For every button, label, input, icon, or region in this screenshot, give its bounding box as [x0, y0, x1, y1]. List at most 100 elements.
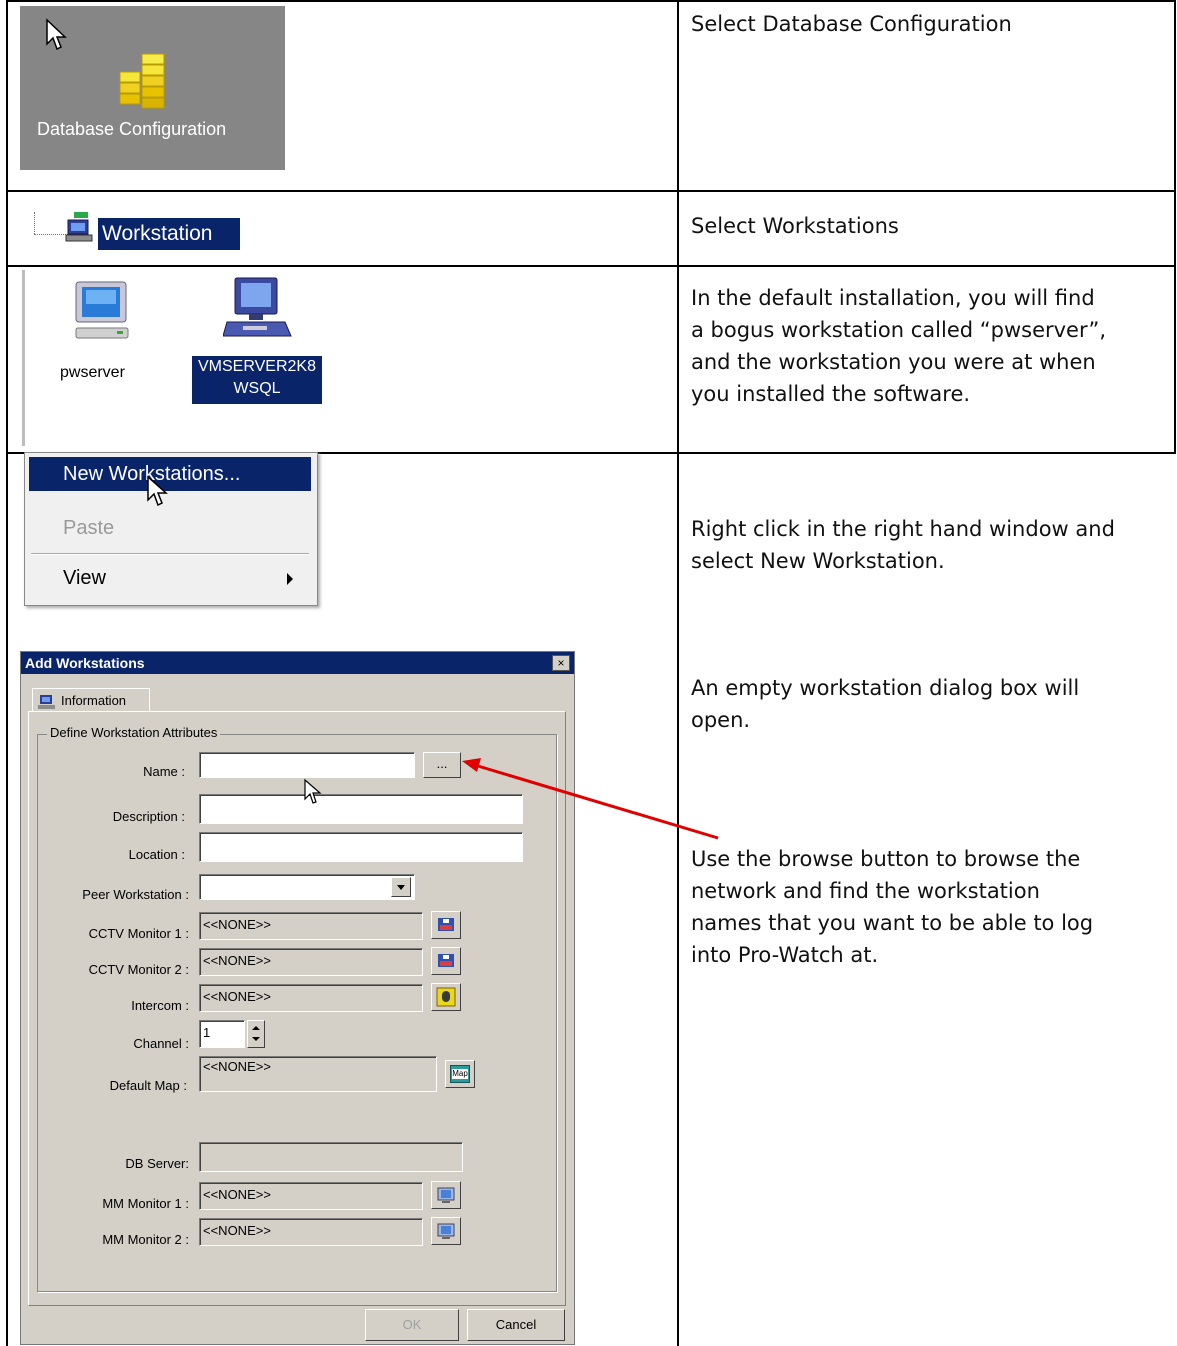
- instruction-default-installation: In the default installation, you will fi…: [691, 282, 1106, 410]
- menu-item-view[interactable]: View: [29, 561, 311, 595]
- label-line: WSQL: [233, 380, 281, 397]
- row-divider-1: [6, 190, 1176, 192]
- group-title: Define Workstation Attributes: [47, 725, 221, 740]
- monitor-icon: [437, 1223, 455, 1239]
- note-browse-button: Use the browse button to browse the netw…: [691, 843, 1093, 971]
- location-field[interactable]: [199, 832, 523, 862]
- add-workstations-dialog: Add Workstations × Information Define Wo…: [20, 651, 575, 1345]
- workstation-item-pwserver[interactable]: pwserver: [50, 280, 150, 400]
- mm-monitor-2-label: MM Monitor 2 :: [102, 1232, 189, 1247]
- text-line: names that you want to be able to log: [691, 911, 1094, 935]
- mouse-cursor-icon: [147, 475, 168, 507]
- chevron-down-icon: [397, 885, 405, 890]
- text-line: network and find the workstation: [691, 879, 1040, 903]
- browse-button[interactable]: ...: [423, 752, 461, 778]
- table-border-right: [1174, 0, 1176, 454]
- channel-label: Channel :: [133, 1036, 189, 1051]
- cancel-button[interactable]: Cancel: [467, 1309, 565, 1341]
- description-label: Description :: [112, 809, 185, 824]
- default-map-button[interactable]: Map: [445, 1060, 475, 1088]
- intercom-button[interactable]: [431, 983, 461, 1011]
- cctv-monitor-1-field[interactable]: <<NONE>>: [199, 912, 423, 940]
- location-label: Location :: [128, 847, 185, 862]
- channel-field[interactable]: 1: [199, 1020, 245, 1048]
- ok-button[interactable]: OK: [365, 1309, 459, 1341]
- monitor-icon: [437, 1187, 455, 1203]
- peer-workstation-select[interactable]: [199, 874, 415, 900]
- cctv-monitor-2-field[interactable]: <<NONE>>: [199, 948, 423, 976]
- text-line: An empty workstation dialog box will: [691, 676, 1080, 700]
- workstation-icon: [38, 695, 55, 709]
- camera-monitor-icon: [438, 954, 454, 967]
- cctv-monitor-1-label: CCTV Monitor 1 :: [88, 926, 189, 941]
- menu-separator: [31, 553, 309, 555]
- text-line: a bogus workstation called “pwserver”,: [691, 318, 1107, 342]
- table-column-divider: [677, 0, 679, 1346]
- text-line: you installed the software.: [691, 382, 971, 406]
- instruction-select-db-config: Select Database Configuration: [691, 12, 1012, 36]
- document-page: Select Database Configuration Select Wor…: [0, 0, 1177, 1346]
- mm-monitor-1-button[interactable]: [431, 1181, 461, 1209]
- mm-monitor-1-label: MM Monitor 1 :: [102, 1196, 189, 1211]
- database-configuration-label: Database Configuration: [37, 119, 227, 139]
- name-field[interactable]: [199, 752, 415, 778]
- description-field[interactable]: [199, 794, 523, 824]
- database-icon: [119, 53, 165, 109]
- spin-up-icon[interactable]: [252, 1026, 260, 1030]
- instruction-right-click: Right click in the right hand window and…: [691, 513, 1115, 577]
- instruction-select-workstations: Select Workstations: [691, 214, 899, 238]
- list-border-left: [22, 270, 25, 446]
- dropdown-button[interactable]: [391, 877, 411, 897]
- channel-spinner[interactable]: [247, 1020, 265, 1048]
- mouse-cursor-icon: [304, 778, 322, 804]
- cctv-monitor-2-button[interactable]: [431, 947, 461, 975]
- table-border-top: [6, 0, 1176, 2]
- default-map-label: Default Map :: [109, 1078, 187, 1093]
- map-icon: Map: [450, 1065, 470, 1083]
- mm-monitor-2-field[interactable]: <<NONE>>: [199, 1218, 423, 1246]
- cctv-monitor-2-label: CCTV Monitor 2 :: [88, 962, 189, 977]
- text-line: and the workstation you were at when: [691, 350, 1096, 374]
- workstation-label-selected: VMSERVER2K8 WSQL: [192, 356, 322, 404]
- text-line: Use the browse button to browse the: [691, 847, 1081, 871]
- mm-monitor-2-button[interactable]: [431, 1217, 461, 1245]
- close-button[interactable]: ×: [552, 655, 570, 671]
- dialog-title: Add Workstations: [21, 652, 574, 674]
- db-server-label: DB Server:: [125, 1156, 189, 1171]
- name-label: Name :: [143, 764, 185, 779]
- table-border-left: [6, 0, 8, 1346]
- text-line: select New Workstation.: [691, 549, 945, 573]
- workstation-icon: [65, 212, 93, 242]
- intercom-field[interactable]: <<NONE>>: [199, 984, 423, 1012]
- mouse-cursor-icon: [46, 18, 67, 51]
- tree-connector-vertical: [34, 212, 36, 234]
- tree-item-workstation[interactable]: Workstation: [22, 212, 262, 252]
- cctv-monitor-1-button[interactable]: [431, 911, 461, 939]
- spin-down-icon[interactable]: [252, 1037, 260, 1041]
- mm-monitor-1-field[interactable]: <<NONE>>: [199, 1182, 423, 1210]
- context-menu: New Workstations... Paste View: [24, 452, 318, 606]
- database-configuration-tile[interactable]: Database Configuration: [20, 6, 285, 170]
- note-dialog-opens: An empty workstation dialog box will ope…: [691, 672, 1079, 736]
- text-line: into Pro-Watch at.: [691, 943, 879, 967]
- menu-item-paste[interactable]: Paste: [29, 511, 311, 545]
- map-icon-text: Map: [452, 1069, 468, 1079]
- db-server-field: [199, 1142, 463, 1172]
- intercom-label: Intercom :: [131, 998, 189, 1013]
- computer-icon: [223, 277, 292, 337]
- intercom-icon: [436, 987, 456, 1007]
- tree-item-label: Workstation: [98, 218, 240, 250]
- text-line: Right click in the right hand window and: [691, 517, 1115, 541]
- monitor-icon: [75, 281, 129, 339]
- workstation-label: pwserver: [60, 364, 125, 381]
- workstation-item-vmserver[interactable]: VMSERVER2K8 WSQL: [178, 274, 338, 404]
- row-divider-2: [6, 265, 1176, 267]
- default-map-field[interactable]: <<NONE>>: [199, 1056, 437, 1092]
- peer-workstation-label: Peer Workstation :: [82, 887, 189, 902]
- text-line: In the default installation, you will fi…: [691, 286, 1095, 310]
- submenu-arrow-icon: [287, 573, 293, 585]
- text-line: open.: [691, 708, 751, 732]
- workstation-list-view: pwserver VMSERVER2K8 WSQL: [22, 270, 352, 446]
- label-line: VMSERVER2K8: [198, 358, 316, 375]
- camera-monitor-icon: [438, 918, 454, 931]
